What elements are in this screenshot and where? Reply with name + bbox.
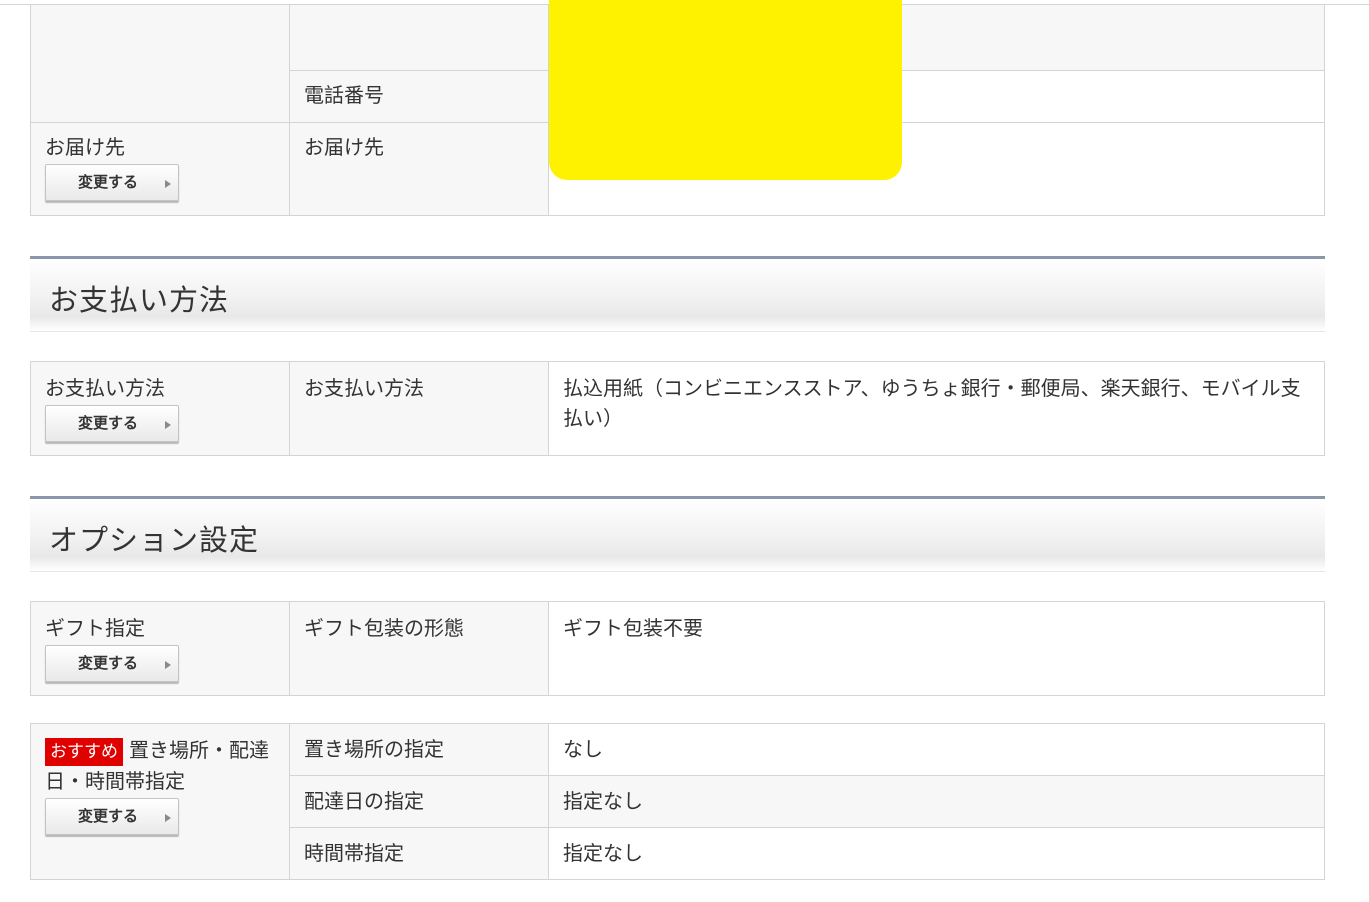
section-title: お支払い方法 (49, 283, 230, 317)
placement-value: なし (563, 737, 603, 761)
payment-field-cell: お支払い方法 (289, 361, 549, 456)
delivery-date-value: 指定なし (563, 789, 643, 813)
time-slot-value-cell: 指定なし (548, 827, 1325, 880)
placement-field-cell: 置き場所の指定 (289, 723, 549, 776)
change-payment-button[interactable]: 変更する (45, 405, 179, 442)
payment-label-cell: お支払い方法 変更する (30, 361, 290, 456)
payment-field-label: お支払い方法 (304, 376, 424, 400)
payment-value-cell: 払込用紙（コンビニエンスストア、ゆうちょ銀行・郵便局、楽天銀行、モバイル支払い） (548, 361, 1325, 456)
time-slot-value: 指定なし (563, 841, 643, 865)
delivery-options-heading: おすすめ 置き場所・配達日・時間帯指定 (45, 735, 283, 796)
arrow-right-icon (165, 661, 171, 669)
gift-label-cell: ギフト指定 変更する (30, 601, 290, 696)
arrow-right-icon (165, 814, 171, 822)
options-section-header: オプション設定 (30, 496, 1325, 572)
gift-value: ギフト包装不要 (563, 616, 703, 640)
delivery-field-cell: お届け先 (289, 122, 549, 216)
payment-row-label: お支払い方法 (45, 376, 165, 400)
placement-value-cell: なし (548, 723, 1325, 776)
change-gift-button[interactable]: 変更する (45, 645, 179, 682)
delivery-date-value-cell: 指定なし (548, 775, 1325, 828)
delivery-date-field-label: 配達日の指定 (304, 789, 424, 813)
gift-field-label: ギフト包装の形態 (304, 616, 464, 640)
delivery-field-label: お届け先 (304, 135, 384, 159)
phone-label: 電話番号 (304, 83, 384, 107)
delivery-options-table: おすすめ 置き場所・配達日・時間帯指定 変更する 置き場所の指定 なし 配達日の指… (30, 723, 1325, 880)
gift-table: ギフト指定 変更する ギフト包装の形態 ギフト包装不要 (30, 601, 1325, 696)
gift-row-label: ギフト指定 (45, 616, 145, 640)
payment-value: 払込用紙（コンビニエンスストア、ゆうちょ銀行・郵便局、楽天銀行、モバイル支払い） (563, 376, 1301, 430)
delivery-row-label: お届け先 (45, 135, 125, 159)
address-field-cell (289, 4, 549, 71)
delivery-options-label-cell: おすすめ 置き場所・配達日・時間帯指定 変更する (30, 723, 290, 880)
payment-table: お支払い方法 変更する お支払い方法 払込用紙（コンビニエンスストア、ゆうちょ銀… (30, 361, 1325, 456)
section-title: オプション設定 (49, 523, 260, 557)
redaction-overlay (549, 0, 902, 180)
recommended-badge: おすすめ (45, 738, 123, 766)
placement-field-label: 置き場所の指定 (304, 737, 444, 761)
delivery-label-cell: お届け先 変更する (30, 122, 290, 216)
time-slot-field-cell: 時間帯指定 (289, 827, 549, 880)
change-button-label: 変更する (78, 414, 139, 432)
change-delivery-address-button[interactable]: 変更する (45, 164, 179, 201)
arrow-right-icon (165, 180, 171, 188)
gift-field-cell: ギフト包装の形態 (289, 601, 549, 696)
delivery-date-field-cell: 配達日の指定 (289, 775, 549, 828)
change-button-label: 変更する (78, 173, 139, 191)
address-label-cell (30, 4, 290, 123)
payment-section-header: お支払い方法 (30, 256, 1325, 332)
gift-value-cell: ギフト包装不要 (548, 601, 1325, 696)
change-button-label: 変更する (78, 807, 139, 825)
arrow-right-icon (165, 421, 171, 429)
change-button-label: 変更する (78, 654, 139, 672)
change-delivery-options-button[interactable]: 変更する (45, 798, 179, 835)
time-slot-field-label: 時間帯指定 (304, 841, 404, 865)
phone-field-cell: 電話番号 (289, 70, 549, 123)
